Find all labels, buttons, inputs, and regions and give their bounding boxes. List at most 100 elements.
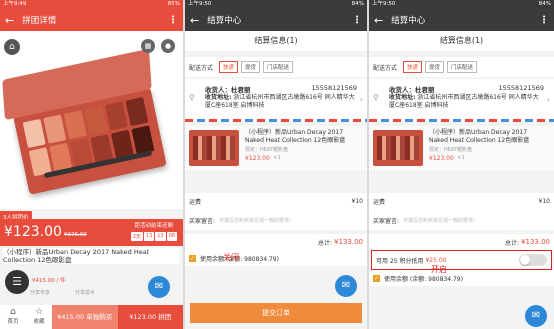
ship-option-express[interactable]: 快递: [403, 61, 423, 73]
item-qty: ×1: [273, 155, 282, 161]
receiver-phone: 15558121569: [311, 84, 358, 92]
page-title: 结算中心: [207, 16, 242, 26]
price-bar: ¥123.00 ¥376.00 距活动结束还剩 2天 13 13 08: [0, 219, 183, 246]
points-toggle[interactable]: [519, 254, 547, 266]
section-title: 结算信息(1): [369, 31, 554, 51]
checkbox-checked-icon[interactable]: ✓: [189, 254, 196, 262]
home-icon[interactable]: ⌂: [4, 39, 20, 55]
total-label: 总计:: [505, 239, 520, 247]
points-text: 可用 25 积分抵用: [376, 257, 424, 265]
total-row: 总计: ¥133.00: [369, 234, 554, 250]
receiver-name: 收货人：杜君丽: [205, 86, 251, 94]
message-icon[interactable]: ✉: [335, 275, 357, 297]
checkbox-checked-icon[interactable]: ✓: [373, 274, 380, 282]
total-row: 总计: ¥133.00: [185, 234, 367, 250]
status-time: 上午9:50: [188, 1, 212, 7]
item-spec: 规定：HEAT眼影盘: [245, 147, 289, 153]
total-value: ¥133.00: [521, 238, 550, 246]
back-arrow-icon[interactable]: ←: [5, 14, 14, 27]
shipping-label: 配送方式: [189, 64, 214, 72]
balance-row[interactable]: ✓ 使用余额 (余额: 980834.79): [185, 250, 367, 266]
checkout-screen-on: 上午9:50 84% ← 结算中心 ⋮ 结算信息(1) 配送方式 快递 提货 门…: [369, 0, 554, 329]
ship-option-pickup[interactable]: 提货: [425, 61, 445, 73]
chevron-right-icon: ›: [359, 95, 363, 104]
buyer-note: 买家留言: 可填写您和卖家达成一致的要求!: [185, 210, 367, 230]
section-title: 结算信息(1): [185, 31, 367, 51]
shipping-method: 配送方式 快递 提货 门店配送: [185, 57, 367, 77]
points-value: ¥25.00: [425, 256, 447, 264]
title-bar: ← 拼团详情 ⋮: [0, 9, 183, 31]
product-image: [0, 31, 183, 209]
title-bar: ← 结算中心 ⋮: [185, 9, 367, 31]
home-icon: ⌂: [10, 307, 16, 317]
total-label: 总计:: [318, 239, 333, 247]
note-input[interactable]: 可填写您和卖家达成一致的要求!: [219, 217, 291, 224]
item-spec: 规定：HEAT眼影盘: [429, 147, 473, 153]
product-title: （小程序）新品Urban Decay 2017 Naked Heat Colle…: [3, 248, 179, 264]
user-icon[interactable]: ●: [161, 39, 175, 53]
note-input[interactable]: 可填写您和卖家达成一致的要求!: [403, 217, 475, 224]
original-price: ¥376.00: [64, 232, 87, 238]
freight-row: 运费 ¥10: [369, 193, 554, 210]
annotation-off: 关闭: [223, 253, 239, 262]
nav-favorite[interactable]: ☆ 收藏: [26, 305, 52, 329]
page-title: 结算中心: [391, 16, 426, 26]
ship-option-express[interactable]: 快递: [219, 61, 239, 73]
share-item[interactable]: 分享专享: [30, 289, 50, 296]
status-time: 上午9:49: [3, 1, 27, 7]
receiver-phone: 15558121569: [498, 84, 545, 92]
chevron-right-icon: ›: [546, 95, 550, 104]
qrcode-icon[interactable]: ▦: [141, 39, 155, 53]
buyer-note: 买家留言: 可填写您和卖家达成一致的要求!: [369, 210, 554, 230]
group-price: ¥123.00: [4, 224, 62, 240]
group-detail-screen: 上午9:49 85% ← 拼团详情 ⋮ ⌂ ▦ ● 3人拼团价 ¥123.00 …: [0, 0, 183, 329]
annotation-on: 开启: [431, 265, 447, 274]
buy-group-button[interactable]: ¥123.00 拼团: [117, 305, 183, 329]
countdown-days: 2天: [130, 232, 143, 241]
address-card[interactable]: 收货人：杜君丽 15558121569 ⚲ 收货地址: 浙江省杭州市西湖区古墩路…: [369, 79, 554, 119]
back-arrow-icon[interactable]: ←: [374, 14, 383, 27]
status-bar: 上午9:49 85%: [0, 0, 183, 9]
share-item[interactable]: 分享返木: [75, 289, 95, 296]
shipping-label: 配送方式: [373, 64, 398, 72]
item-name: （小程序）新品Urban Decay 2017 Naked Heat Colle…: [245, 129, 346, 144]
status-battery: 85%: [167, 1, 180, 7]
more-menu-icon[interactable]: ⋮: [352, 15, 362, 26]
buy-single-button[interactable]: ¥415.00 单独购买: [52, 305, 118, 329]
message-icon[interactable]: ✉: [525, 305, 547, 327]
status-bar: 上午9:50 84%: [369, 0, 554, 9]
checkout-screen-off: 上午9:50 84% ← 结算中心 ⋮ 结算信息(1) 配送方式 快递 提货 门…: [185, 0, 367, 329]
item-price: ¥123.00: [245, 155, 270, 162]
search-menu-icon[interactable]: ☰: [5, 270, 29, 294]
single-price: ¥415.00 / 件: [32, 278, 66, 284]
freight-value: ¥10: [351, 198, 363, 205]
address-card[interactable]: 收货人：杜君丽 15558121569 ⚲ 收货地址: 浙江省杭州市西湖区古墩路…: [185, 79, 367, 119]
shipping-method: 配送方式 快递 提货 门店配送: [369, 57, 554, 77]
more-menu-icon[interactable]: ⋮: [168, 15, 178, 26]
balance-text: 使用余额 (余额: 980834.79): [200, 255, 279, 263]
back-arrow-icon[interactable]: ←: [190, 14, 199, 27]
item-qty: ×1: [457, 155, 466, 161]
countdown: 2天 13 13 08: [130, 232, 177, 241]
freight-label: 运费: [189, 199, 202, 206]
ship-option-pickup[interactable]: 提货: [241, 61, 261, 73]
item-thumbnail: [373, 130, 423, 166]
item-thumbnail: [189, 130, 239, 166]
status-bar: 上午9:50 84%: [185, 0, 367, 9]
address-text: 收货地址: 浙江省杭州市西湖区古墩路616号 同人精华大厦C座618室 启博科技: [389, 94, 539, 109]
ship-option-store[interactable]: 门店配送: [263, 61, 294, 73]
location-pin-icon: ⚲: [373, 93, 379, 102]
more-menu-icon[interactable]: ⋮: [539, 15, 549, 26]
countdown-seconds: 08: [166, 232, 177, 241]
balance-row[interactable]: ✓ 使用余额 (余额: 980834.79): [369, 270, 554, 286]
star-icon: ☆: [34, 307, 44, 317]
address-text: 收货地址: 浙江省杭州市西湖区古墩路616号 同人精华大厦C座618室 启博科技: [205, 94, 355, 109]
message-icon[interactable]: ✉: [148, 276, 170, 298]
item-price: ¥123.00: [429, 155, 454, 162]
nav-home[interactable]: ⌂ 首页: [0, 305, 26, 329]
freight-row: 运费 ¥10: [185, 193, 367, 210]
ship-option-store[interactable]: 门店配送: [447, 61, 478, 73]
submit-order-button[interactable]: 提交订单: [190, 303, 362, 323]
balance-text: 使用余额 (余额: 980834.79): [384, 275, 463, 283]
palette-illustration: [2, 48, 167, 195]
